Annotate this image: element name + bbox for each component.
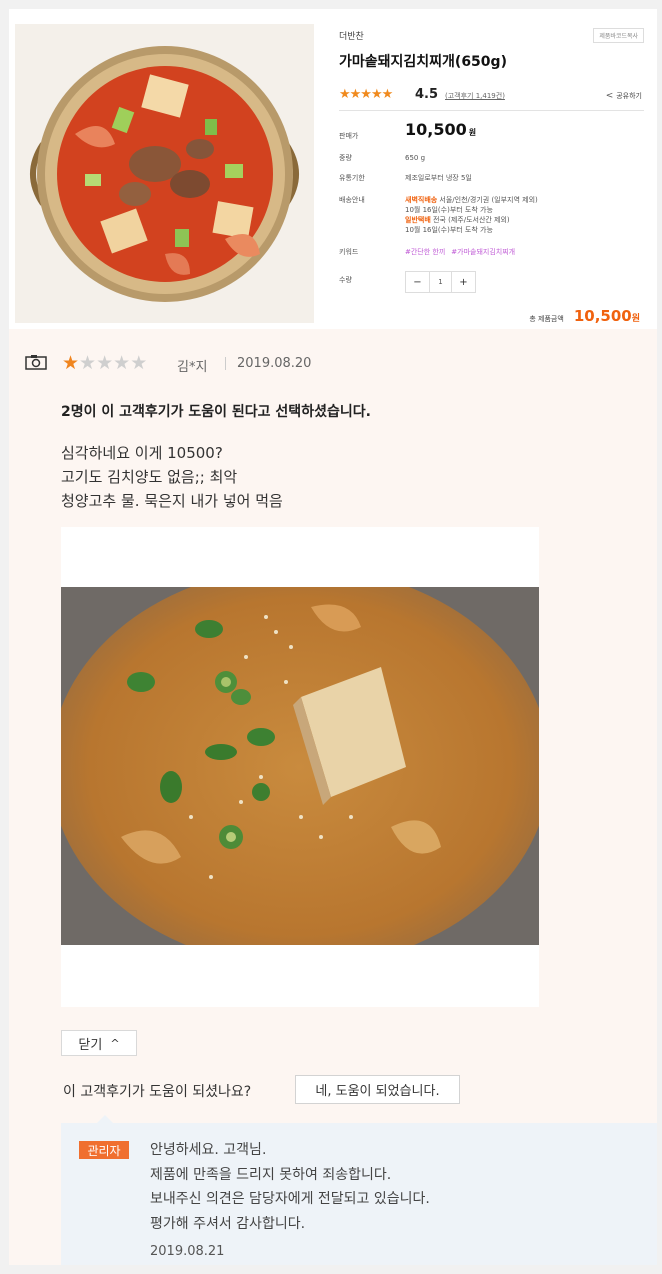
price-label: 판매가 [339,132,359,140]
helpful-count-text: 2명이 이 고객후기가 도움이 된다고 선택하셨습니다. [61,404,371,420]
admin-reply: 관리자 안녕하세요. 고객님. 제품에 만족을 드리지 못하여 죄송합니다. 보… [61,1115,657,1265]
divider [225,357,226,370]
keyword-tag[interactable]: #간단한 한끼 [405,248,445,256]
star-empty-icon: ★ [130,352,148,374]
reply-line: 평가해 주셔서 감사합니다. [150,1215,306,1232]
reply-line: 보내주신 의견은 담당자에게 전달되고 있습니다. [150,1191,430,1207]
reply-date: 2019.08.21 [150,1244,225,1259]
share-button[interactable]: < 공유하기 [606,91,642,101]
product-title: 가마솥돼지김치찌개(650g) [339,54,507,70]
admin-badge: 관리자 [79,1141,129,1159]
rating-row: ★★★★★ 4.5 (고객후기 1,419건) < 공유하기 [339,87,644,111]
share-icon: < [605,91,614,101]
chevron-up-icon: ^ [110,1036,120,1050]
review-line: 심각하네요 이게 10500? [61,444,223,462]
reply-notch [97,1115,113,1123]
keyword-list: #간단한 한끼 #가마솥돼지김치찌개 [405,247,645,257]
reply-body: 안녕하세요. 고객님. 제품에 만족을 드리지 못하여 죄송합니다. 보내주신 … [150,1138,430,1236]
rating-score: 4.5 [415,87,439,102]
keyword-label: 키워드 [339,248,359,256]
helpful-yes-button[interactable]: 네, 도움이 되었습니다. [295,1075,460,1104]
review-count-link[interactable]: (고객후기 1,419건) [445,91,505,101]
quantity-stepper: − 1 + [405,271,476,293]
reviewer-name: 김*지 [177,360,208,375]
star-empty-icon: ★ [96,352,114,374]
price-amount: 10,500 [405,120,467,139]
star-empty-icon: ★ [79,352,97,374]
review-date: 2019.08.20 [237,356,312,371]
keyword-tag[interactable]: #가마솥돼지김치찌개 [451,248,515,256]
normal-delivery-date: 10월 16일(수)부터 도착 가능 [405,226,493,234]
brand-name[interactable]: 더반찬 [339,29,364,42]
star-filled-icon: ★ [62,352,80,374]
review-item: ★★★★★ 김*지 2019.08.20 2명이 이 고객후기가 도움이 된다고… [9,329,657,1265]
barcode-copy-button[interactable]: 제품바코드복사 [593,28,644,43]
review-rating-stars: ★★★★★ [62,352,147,374]
expiry-value: 제조일로부터 냉장 5일 [405,174,472,182]
rating-stars: ★★★★★ [339,87,393,102]
normal-delivery-text: 전국 (제주/도서산간 제외) [430,216,510,224]
delivery-label: 배송안내 [339,196,365,204]
close-review-button[interactable]: 닫기 ^ [61,1030,137,1056]
helpful-question: 이 고객후기가 도움이 되셨나요? [63,1084,252,1100]
review-line: 청양고추 물. 묵은지 내가 넣어 먹음 [61,492,283,510]
quantity-label: 수량 [339,276,352,284]
weight-value: 650 g [405,154,426,162]
share-label: 공유하기 [616,92,642,100]
reply-line: 안녕하세요. 고객님. [150,1142,267,1158]
page-frame: 더반찬 제품바코드복사 가마솥돼지김치찌개(650g) ★★★★★ 4.5 (고… [9,9,657,1265]
dawn-delivery-tag: 새벽직배송 [405,196,438,204]
review-body: 심각하네요 이게 10500? 고기도 김치양도 없음;; 최악 청양고추 물.… [61,441,283,513]
total-value: 10,500 [573,307,632,325]
expiry-label: 유통기한 [339,174,365,182]
weight-label: 중량 [339,154,352,162]
delivery-value: 새벽직배송 서울/인천/경기권 (일부지역 제외) 10월 16일(수)부터 도… [405,195,645,235]
product-section: 더반찬 제품바코드복사 가마솥돼지김치찌개(650g) ★★★★★ 4.5 (고… [9,9,657,329]
normal-delivery-tag: 일반택배 [405,216,431,224]
review-line: 고기도 김치양도 없음;; 최악 [61,468,238,486]
product-image [15,24,314,323]
price-value: 10,500 원 [405,122,645,138]
camera-icon [25,355,47,370]
price-unit: 원 [468,128,477,137]
star-empty-icon: ★ [113,352,131,374]
review-photo[interactable] [61,527,539,1007]
dawn-delivery-date: 10월 16일(수)부터 도착 가능 [405,206,493,214]
total-price: 총 제품금액 10,500원 [529,307,640,325]
dawn-delivery-text: 서울/인천/경기권 (일부지역 제외) [437,196,538,204]
quantity-value[interactable]: 1 [429,272,452,292]
total-unit: 원 [631,314,640,324]
reply-line: 제품에 만족을 드리지 못하여 죄송합니다. [150,1166,392,1183]
product-info: 더반찬 제품바코드복사 가마솥돼지김치찌개(650g) ★★★★★ 4.5 (고… [339,9,644,329]
quantity-minus-button[interactable]: − [406,272,429,292]
total-label: 총 제품금액 [529,315,564,323]
quantity-plus-button[interactable]: + [452,272,475,292]
close-label: 닫기 [78,1037,103,1053]
